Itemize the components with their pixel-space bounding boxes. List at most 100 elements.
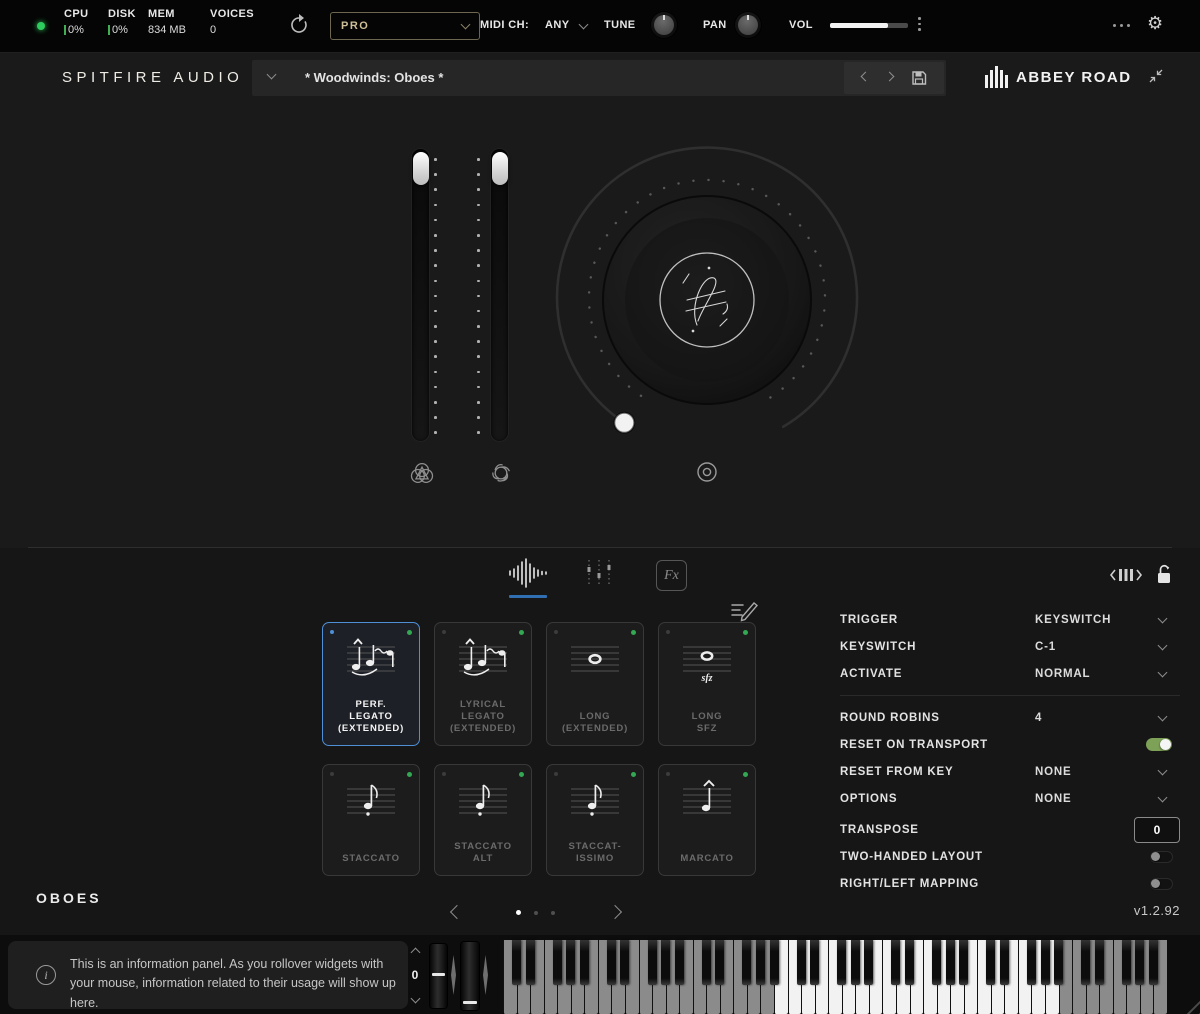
piano-key-black[interactable]	[1027, 940, 1036, 985]
toggle-switch[interactable]	[1151, 879, 1172, 889]
more-menu-icon[interactable]	[1113, 24, 1130, 27]
preset-bar[interactable]: * Woodwinds: Oboes *	[252, 60, 946, 96]
piano-key-black[interactable]	[715, 940, 724, 985]
piano-key-black[interactable]	[742, 940, 751, 985]
piano-key-black[interactable]	[864, 940, 873, 985]
dynamics-slider-handle[interactable]	[492, 152, 508, 185]
piano-key-black[interactable]	[607, 940, 616, 985]
expression-slider-handle[interactable]	[413, 152, 429, 185]
tab-fx[interactable]: Fx	[656, 560, 687, 591]
chevron-down-icon[interactable]	[1158, 765, 1168, 775]
volume-slider[interactable]	[830, 23, 908, 28]
chevron-down-icon[interactable]	[1158, 711, 1168, 721]
collapse-window-icon[interactable]	[1148, 68, 1164, 89]
piano-key-black[interactable]	[797, 940, 806, 985]
octave-up-icon[interactable]	[410, 948, 420, 958]
pager-dot[interactable]	[516, 910, 521, 915]
articulation-cell[interactable]: STACCATO ALT	[434, 764, 532, 876]
piano-key-black[interactable]	[1081, 940, 1090, 985]
articulation-label: STACCATO	[323, 853, 419, 865]
piano-key-black[interactable]	[580, 940, 589, 985]
pitch-wheel[interactable]	[430, 944, 447, 1008]
tune-knob[interactable]	[650, 11, 678, 39]
articulation-cell[interactable]: STACCAT- ISSIMO	[546, 764, 644, 876]
piano-key-black[interactable]	[932, 940, 941, 985]
tab-articulations[interactable]	[506, 558, 550, 593]
piano-key-black[interactable]	[959, 940, 968, 985]
setting-row[interactable]: OPTIONSNONE	[840, 785, 1180, 812]
transpose-input[interactable]: 0	[1134, 817, 1180, 843]
piano-key-black[interactable]	[526, 940, 535, 985]
pager-next-icon[interactable]	[610, 904, 620, 922]
piano-key-black[interactable]	[770, 940, 779, 985]
piano-key-black[interactable]	[946, 940, 955, 985]
chevron-down-icon[interactable]	[1158, 667, 1168, 677]
volume-handle-icon[interactable]	[918, 17, 921, 31]
cpu-meter: CPU 0%	[64, 8, 88, 36]
piano-key-black[interactable]	[891, 940, 900, 985]
mode-dropdown[interactable]: PRO	[330, 12, 480, 40]
keyswitch-panel-icon[interactable]	[1108, 565, 1144, 590]
piano-key-black[interactable]	[648, 940, 657, 985]
pan-knob-tick	[747, 15, 749, 20]
setting-row[interactable]: RESET FROM KEYNONE	[840, 758, 1180, 785]
next-preset-icon[interactable]	[885, 72, 895, 82]
piano-key-black[interactable]	[702, 940, 711, 985]
piano-key-black[interactable]	[675, 940, 684, 985]
piano-key-black[interactable]	[1122, 940, 1131, 985]
vibrato-knob[interactable]	[537, 128, 877, 488]
setting-row[interactable]: ROUND ROBINS4	[840, 704, 1180, 731]
knob-indicator-dot[interactable]	[614, 413, 634, 433]
articulation-cell[interactable]: LYRICAL LEGATO (EXTENDED)	[434, 622, 532, 746]
tab-mixer[interactable]	[583, 558, 615, 593]
refresh-icon[interactable]	[289, 13, 309, 42]
prev-preset-icon[interactable]	[860, 72, 870, 82]
piano-key-black[interactable]	[512, 940, 521, 985]
piano-key-black[interactable]	[905, 940, 914, 985]
piano-key-black[interactable]	[810, 940, 819, 985]
pager-dot[interactable]	[551, 911, 555, 915]
piano-key-black[interactable]	[566, 940, 575, 985]
piano-key-black[interactable]	[837, 940, 846, 985]
piano-key-black[interactable]	[553, 940, 562, 985]
piano-key-black[interactable]	[1135, 940, 1144, 985]
piano-key-black[interactable]	[756, 940, 765, 985]
resize-grip[interactable]	[1167, 935, 1200, 1014]
pan-knob[interactable]	[734, 11, 762, 39]
setting-row[interactable]: TRIGGERKEYSWITCH	[840, 606, 1180, 633]
articulation-cell[interactable]: PERF. LEGATO (EXTENDED)	[322, 622, 420, 746]
piano-key-black[interactable]	[986, 940, 995, 985]
save-icon[interactable]	[911, 70, 927, 86]
staccato-notation-icon	[344, 779, 398, 825]
setting-row[interactable]: ACTIVATENORMAL	[840, 660, 1180, 687]
chevron-down-icon[interactable]	[1158, 613, 1168, 623]
pager-prev-icon[interactable]	[452, 904, 462, 922]
toggle-switch[interactable]	[1151, 852, 1172, 862]
articulation-cell[interactable]: LONG (EXTENDED)	[546, 622, 644, 746]
chevron-down-icon	[578, 20, 588, 30]
octave-down-icon[interactable]	[410, 994, 420, 1004]
piano-key-black[interactable]	[661, 940, 670, 985]
gear-icon[interactable]: ⚙	[1147, 13, 1163, 34]
midi-ch-dropdown[interactable]: ANY	[545, 19, 587, 31]
preset-dropdown-icon[interactable]	[267, 70, 277, 80]
piano-key-black[interactable]	[1095, 940, 1104, 985]
chevron-down-icon[interactable]	[1158, 640, 1168, 650]
piano-key-black[interactable]	[1149, 940, 1158, 985]
pager-dot[interactable]	[534, 911, 538, 915]
articulation-cell[interactable]: MARCATO	[658, 764, 756, 876]
setting-row[interactable]: KEYSWITCHC-1	[840, 633, 1180, 660]
toggle-switch[interactable]	[1146, 738, 1172, 751]
mod-wheel[interactable]	[461, 942, 479, 1010]
articulation-cell[interactable]: STACCATO	[322, 764, 420, 876]
piano-key-black[interactable]	[851, 940, 860, 985]
piano-key-black[interactable]	[1041, 940, 1050, 985]
piano-key-black[interactable]	[1054, 940, 1063, 985]
piano-key-black[interactable]	[620, 940, 629, 985]
articulation-cell[interactable]: sfzLONG SFZ	[658, 622, 756, 746]
chevron-down-icon[interactable]	[1158, 792, 1168, 802]
dynamics-slider[interactable]	[491, 149, 508, 441]
lock-icon[interactable]	[1155, 562, 1173, 591]
expression-slider[interactable]	[412, 149, 429, 441]
piano-key-black[interactable]	[1000, 940, 1009, 985]
